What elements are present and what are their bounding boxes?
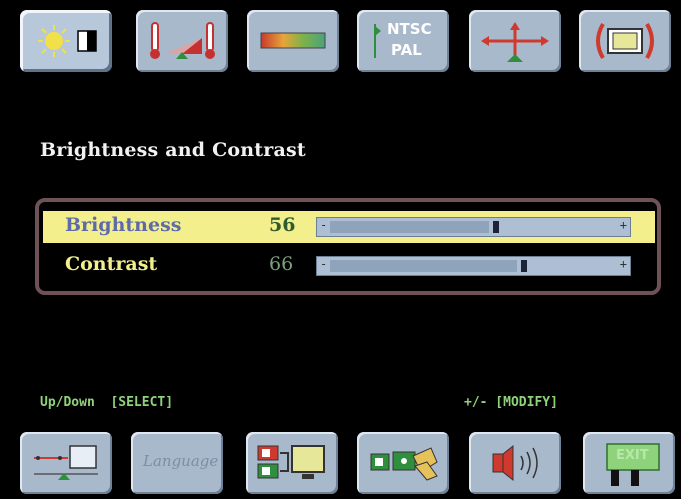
color-temperature-tab[interactable] bbox=[136, 10, 228, 72]
color-bar-tab[interactable] bbox=[247, 10, 339, 72]
screen-size-icon bbox=[596, 22, 654, 60]
exit-icon bbox=[606, 443, 660, 486]
tools-button[interactable] bbox=[357, 432, 449, 494]
brightness-value: 56 bbox=[269, 214, 296, 236]
size-tab[interactable] bbox=[579, 10, 671, 72]
language-icon: Language bbox=[143, 452, 219, 470]
contrast-slider[interactable]: - + bbox=[316, 256, 631, 276]
contrast-label: Contrast bbox=[65, 253, 158, 275]
sun-contrast-icon bbox=[38, 25, 97, 57]
language-button[interactable]: Language bbox=[131, 432, 223, 494]
input-setup-button[interactable] bbox=[20, 432, 112, 494]
brightness-contrast-tab[interactable] bbox=[20, 10, 112, 72]
brightness-label: Brightness bbox=[65, 214, 182, 236]
input-monitor-icon bbox=[34, 445, 98, 480]
position-arrows-icon bbox=[481, 22, 549, 62]
slider-fill bbox=[330, 221, 490, 233]
volume-button[interactable] bbox=[469, 432, 561, 494]
thermometer-icon bbox=[150, 22, 215, 59]
slider-fill bbox=[330, 260, 518, 272]
slider-knob[interactable] bbox=[493, 221, 500, 233]
video-standard-tab[interactable]: NTSC PAL bbox=[357, 10, 449, 72]
brightness-row[interactable]: Brightness 56 - + bbox=[43, 211, 655, 243]
input-source-icon bbox=[257, 445, 325, 479]
exit-button[interactable]: EXIT bbox=[583, 432, 675, 494]
slider-minus: - bbox=[320, 218, 328, 232]
contrast-row[interactable]: Contrast 66 - + bbox=[43, 250, 655, 282]
speaker-icon bbox=[492, 444, 538, 482]
slider-knob[interactable] bbox=[521, 260, 528, 272]
slider-minus: - bbox=[320, 257, 328, 271]
position-tab[interactable] bbox=[469, 10, 561, 72]
color-bar-icon bbox=[260, 32, 326, 49]
ntsc-label: NTSC bbox=[387, 20, 432, 38]
input-select-button[interactable] bbox=[246, 432, 338, 494]
pal-label: PAL bbox=[391, 41, 422, 59]
contrast-value: 66 bbox=[269, 253, 294, 275]
select-hint: Up/Down [SELECT] bbox=[40, 395, 174, 410]
exit-label: EXIT bbox=[616, 448, 649, 463]
slider-plus: + bbox=[619, 218, 627, 232]
modify-hint: +/- [MODIFY] bbox=[464, 395, 558, 410]
section-title: Brightness and Contrast bbox=[40, 139, 306, 161]
wrench-icon bbox=[370, 447, 438, 481]
slider-plus: + bbox=[619, 257, 627, 271]
brightness-slider[interactable]: - + bbox=[316, 217, 631, 237]
